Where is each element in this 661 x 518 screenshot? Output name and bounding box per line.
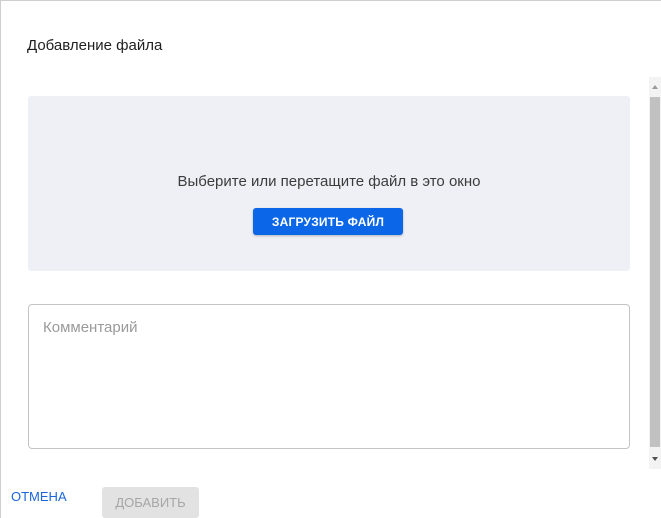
scroll-up-arrow-icon[interactable]: [652, 85, 658, 89]
file-dropzone[interactable]: Выберите или перетащите файл в это окно …: [28, 96, 630, 271]
add-file-dialog: Добавление файла Выберите или перетащите…: [0, 0, 661, 518]
dialog-footer: ОТМЕНА ДОБАВИТЬ: [1, 469, 661, 518]
cancel-button[interactable]: ОТМЕНА: [11, 489, 67, 504]
dialog-header: Добавление файла: [1, 1, 661, 77]
scroll-down-arrow-icon[interactable]: [652, 457, 658, 461]
upload-file-button[interactable]: ЗАГРУЗИТЬ ФАЙЛ: [253, 208, 403, 235]
dropzone-hint-text: Выберите или перетащите файл в это окно: [177, 173, 481, 190]
vertical-scrollbar[interactable]: [649, 77, 661, 469]
dialog-body: Выберите или перетащите файл в это окно …: [1, 77, 661, 469]
dialog-title: Добавление файла: [27, 37, 163, 54]
scroll-thumb[interactable]: [650, 97, 660, 447]
comment-field[interactable]: [28, 304, 630, 449]
add-button[interactable]: ДОБАВИТЬ: [102, 487, 199, 518]
